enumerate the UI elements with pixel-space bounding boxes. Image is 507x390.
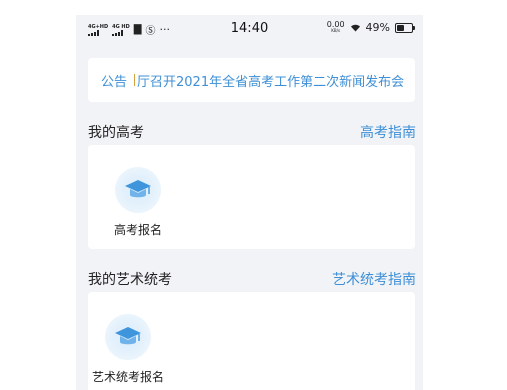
announcement-label: 公告 — [101, 74, 128, 90]
art-guide-link[interactable]: 艺术统考指南 — [332, 269, 416, 289]
art-registration-tile[interactable]: 艺术统考报名 — [88, 314, 168, 385]
network-speed: 0.00 KB/s — [327, 20, 345, 34]
art-card: 艺术统考报名 — [88, 292, 415, 390]
battery-percent: 49% — [365, 21, 390, 34]
app-screen: 4G+HD 4G HD ▇ Ⓢ ··· 14:40 0.00 KB/s 49% — [76, 15, 423, 390]
art-registration-label: 艺术统考报名 — [91, 370, 164, 384]
network-speed-unit: KB/s — [331, 27, 341, 33]
graduation-cap-icon — [115, 167, 161, 213]
gaokao-guide-link[interactable]: 高考指南 — [360, 122, 416, 142]
battery-icon — [395, 22, 415, 33]
gaokao-registration-label: 高考报名 — [113, 223, 162, 237]
announcement-bar[interactable]: 公告 厅召开2021年全省高考工作第二次新闻发布会 — [88, 58, 415, 102]
status-bar: 4G+HD 4G HD ▇ Ⓢ ··· 14:40 0.00 KB/s 49% — [76, 15, 423, 45]
wifi-icon — [350, 24, 360, 32]
announcement-text[interactable]: 厅召开2021年全省高考工作第二次新闻发布会 — [137, 71, 404, 90]
gaokao-section-header: 我的高考 高考指南 — [88, 122, 416, 142]
gaokao-section-title: 我的高考 — [88, 125, 144, 141]
graduation-cap-icon — [105, 314, 151, 360]
art-section-header: 我的艺术统考 艺术统考指南 — [88, 269, 416, 289]
status-right: 0.00 KB/s 49% — [327, 20, 415, 34]
art-section-title: 我的艺术统考 — [88, 272, 172, 288]
gaokao-registration-tile[interactable]: 高考报名 — [98, 167, 178, 238]
marquee-divider — [134, 74, 136, 86]
gaokao-card: 高考报名 — [88, 145, 415, 249]
